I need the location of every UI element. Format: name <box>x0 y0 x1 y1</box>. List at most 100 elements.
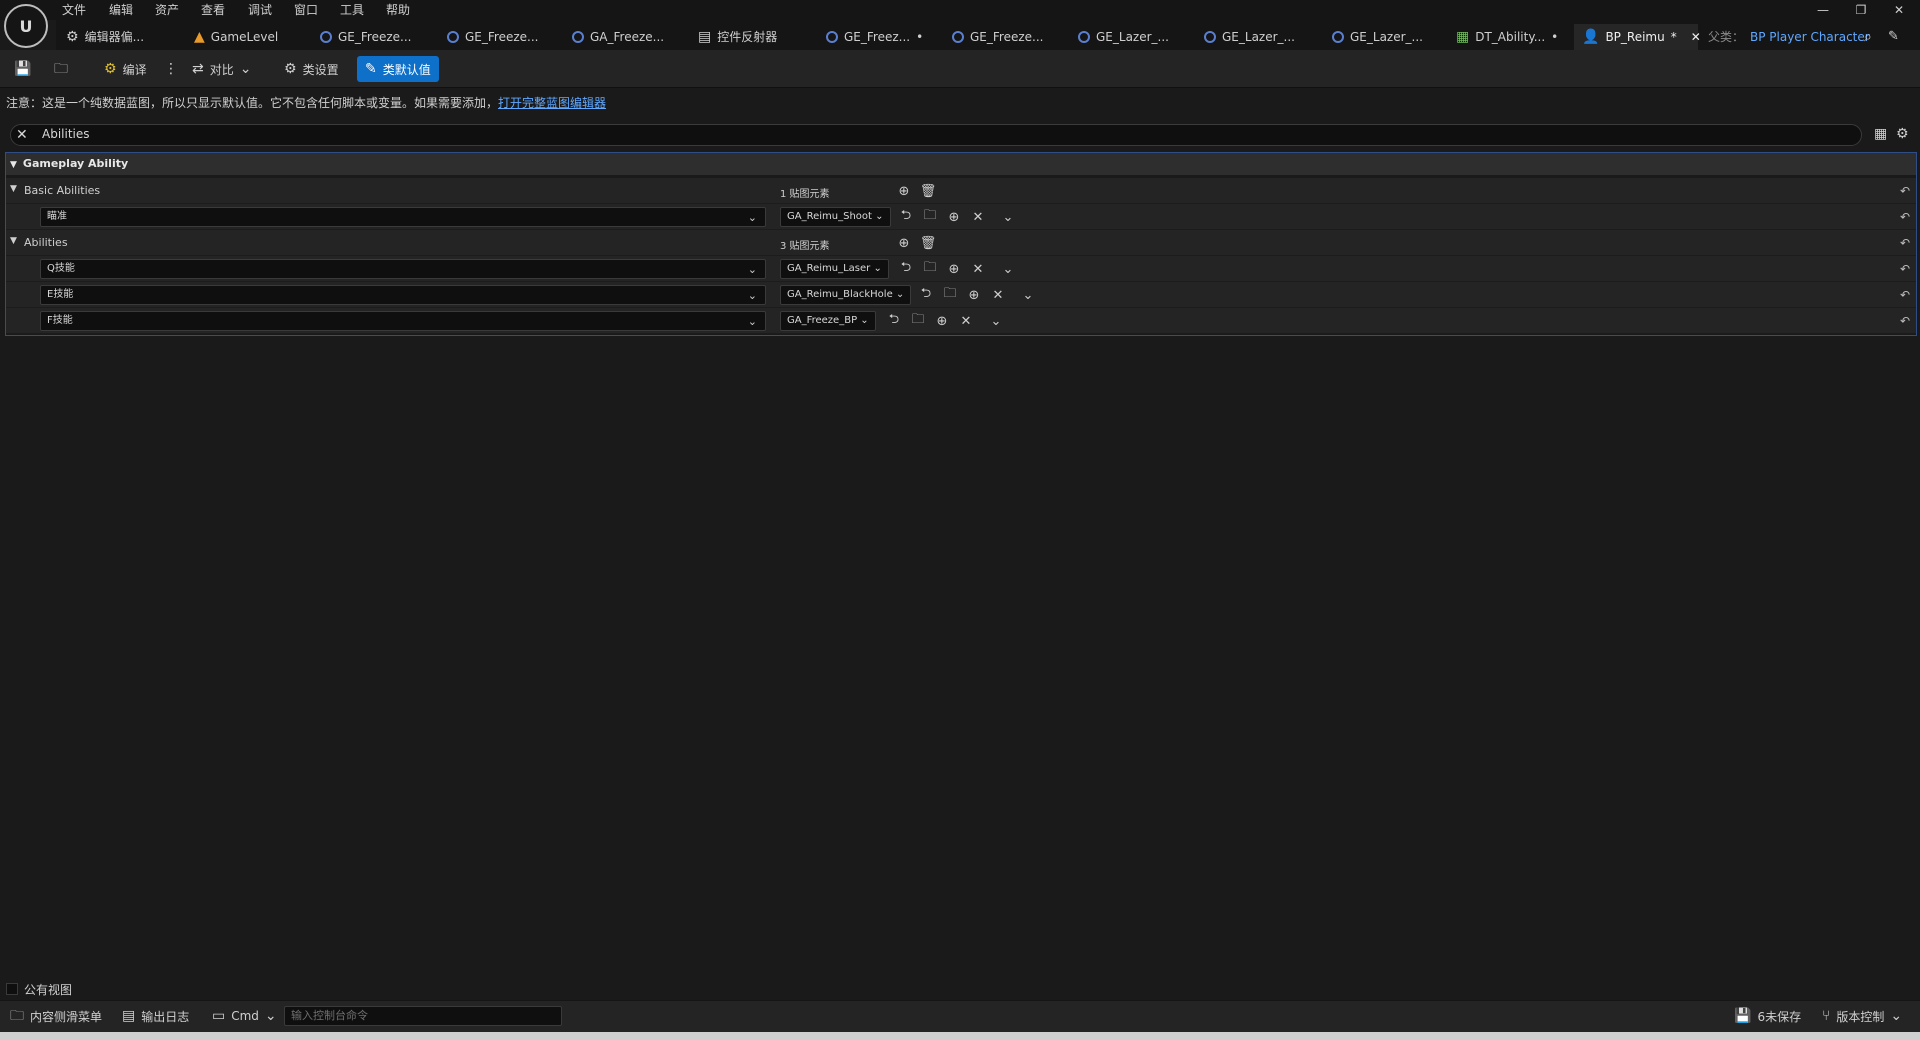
details-search-bar[interactable] <box>10 124 1862 146</box>
asset-picker[interactable]: GA_Reimu_BlackHole ⌄ <box>780 285 912 305</box>
tab-editor-preferences[interactable]: ⚙ 编辑器偏... <box>66 24 144 50</box>
browse-button[interactable]: 🗀 <box>54 56 68 82</box>
search-input[interactable]: Abilities <box>42 127 90 141</box>
add-element-icon[interactable]: ⊕ <box>896 235 912 251</box>
clear-search-icon[interactable]: ✕ <box>16 127 28 143</box>
browse-asset-icon[interactable]: 🗀 <box>942 286 958 303</box>
chevron-down-icon: ⌄ <box>747 263 757 276</box>
settings-sliders-icon: ⚙ <box>66 29 79 45</box>
reset-to-default-icon[interactable]: ↶ <box>1900 288 1910 302</box>
collapse-arrow-icon[interactable]: ▼ <box>10 184 17 194</box>
settings-gear-icon[interactable]: ⚙ <box>1896 126 1909 142</box>
delete-all-icon[interactable]: 🗑 <box>920 235 937 251</box>
collapse-arrow-icon: ▼ <box>10 160 17 170</box>
table-view-icon[interactable]: ▦ <box>1874 126 1887 142</box>
menu-file[interactable]: 文件 <box>62 2 86 18</box>
insert-icon[interactable]: ⊕ <box>946 209 962 225</box>
more-chevron-icon[interactable]: ⌄ <box>1000 261 1016 277</box>
use-selected-icon[interactable]: ⮌ <box>898 260 914 277</box>
compile-options-button[interactable]: ⋮ <box>164 56 178 82</box>
insert-icon[interactable]: ⊕ <box>966 287 982 303</box>
tab-ge-lazer-2[interactable]: GE_Lazer_... <box>1204 24 1295 50</box>
more-vertical-icon: ⋮ <box>164 61 178 77</box>
basic-abilities-count: 1 贴图元素 <box>780 189 830 200</box>
asset-picker[interactable]: GA_Freeze_BP ⌄ <box>780 311 876 331</box>
tab-dt-ability[interactable]: ▦ DT_Ability... • <box>1456 24 1558 50</box>
menu-tools[interactable]: 工具 <box>340 2 364 18</box>
map-key-dropdown[interactable]: F技能 ⌄ <box>40 311 766 331</box>
tab-widget-reflector[interactable]: ▤ 控件反射器 <box>698 24 777 50</box>
close-window-icon[interactable]: ✕ <box>1884 2 1914 18</box>
menu-asset[interactable]: 资产 <box>155 2 179 18</box>
content-drawer-button[interactable]: 🗀 内容侧滑菜单 <box>10 1005 102 1027</box>
minimize-icon[interactable]: — <box>1808 2 1838 18</box>
browse-asset-icon[interactable]: 🗀 <box>922 208 938 225</box>
tab-ge-freeze-3[interactable]: GE_Freeze... <box>952 24 1043 50</box>
output-log-button[interactable]: ▤ 输出日志 <box>122 1005 189 1027</box>
reset-to-default-icon[interactable]: ↶ <box>1900 236 1910 250</box>
menu-view[interactable]: 查看 <box>201 2 225 18</box>
class-defaults-button[interactable]: ✎ 类默认值 <box>357 56 439 82</box>
menu-edit[interactable]: 编辑 <box>109 2 133 18</box>
tab-gamelevel[interactable]: ▲ GameLevel <box>194 24 278 50</box>
reset-to-default-icon[interactable]: ↶ <box>1900 262 1910 276</box>
checkbox[interactable] <box>6 983 18 995</box>
reset-to-default-icon[interactable]: ↶ <box>1900 184 1910 198</box>
use-selected-icon[interactable]: ⮌ <box>918 286 934 303</box>
tab-ge-lazer-3[interactable]: GE_Lazer_... <box>1332 24 1423 50</box>
more-chevron-icon[interactable]: ⌄ <box>1000 209 1016 225</box>
use-selected-icon[interactable]: ⮌ <box>886 312 902 329</box>
restore-icon[interactable]: ❐ <box>1846 2 1876 18</box>
insert-icon[interactable]: ⊕ <box>946 261 962 277</box>
map-key-dropdown[interactable]: Q技能 ⌄ <box>40 259 766 279</box>
delete-all-icon[interactable]: 🗑 <box>920 183 937 199</box>
tab-ge-freeze-2[interactable]: GE_Freeze... <box>447 24 538 50</box>
cmd-dropdown[interactable]: ▭ Cmd ⌄ <box>212 1005 277 1027</box>
reset-to-default-icon[interactable]: ↶ <box>1900 314 1910 328</box>
use-selected-icon[interactable]: ⮌ <box>898 208 914 225</box>
clear-icon[interactable]: ✕ <box>970 209 986 225</box>
unreal-logo-icon[interactable]: U <box>4 4 48 48</box>
browse-asset-icon[interactable]: 🗀 <box>922 260 938 277</box>
clear-icon[interactable]: ✕ <box>990 287 1006 303</box>
menu-help[interactable]: 帮助 <box>386 2 410 18</box>
source-control-button[interactable]: ⑂ 版本控制 ⌄ <box>1822 1005 1902 1027</box>
edit-pencil-icon[interactable]: ✎ <box>1888 24 1899 50</box>
chevron-down-icon: ⌄ <box>747 289 757 302</box>
asset-picker[interactable]: GA_Reimu_Laser ⌄ <box>780 259 889 279</box>
compile-button[interactable]: ⚙ 编译 <box>104 56 147 82</box>
map-key-dropdown[interactable]: 瞄准 ⌄ <box>40 207 766 227</box>
unsaved-assets-button[interactable]: 💾 6未保存 <box>1734 1005 1801 1027</box>
menu-window[interactable]: 窗口 <box>294 2 318 18</box>
tab-bp-reimu[interactable]: 👤 BP_Reimu * ✕ <box>1574 24 1701 50</box>
clear-icon[interactable]: ✕ <box>970 261 986 277</box>
more-chevron-icon[interactable]: ⌄ <box>988 313 1004 329</box>
tab-ge-freez[interactable]: GE_Freez... • <box>826 24 923 50</box>
more-chevron-icon[interactable]: ⌄ <box>1020 287 1036 303</box>
unsaved-icon: 💾 <box>1734 1008 1752 1024</box>
category-gameplay-ability[interactable]: ▼ Gameplay Ability <box>6 153 1916 175</box>
console-command-input[interactable]: 输入控制台命令 <box>284 1006 562 1026</box>
tab-ge-lazer-1[interactable]: GE_Lazer_... <box>1078 24 1169 50</box>
collapse-arrow-icon[interactable]: ▼ <box>10 236 17 246</box>
menu-debug[interactable]: 调试 <box>248 2 272 18</box>
public-view-toggle[interactable]: 公有视图 <box>6 980 72 998</box>
character-icon: 👤 <box>1582 29 1600 45</box>
browse-asset-icon[interactable]: 🗀 <box>910 312 926 329</box>
clear-icon[interactable]: ✕ <box>958 313 974 329</box>
map-key-dropdown[interactable]: E技能 ⌄ <box>40 285 766 305</box>
tab-ga-freeze[interactable]: GA_Freeze... <box>572 24 664 50</box>
tab-ge-freeze-1[interactable]: GE_Freeze... <box>320 24 411 50</box>
close-tab-icon[interactable]: ✕ <box>1691 24 1701 50</box>
add-element-icon[interactable]: ⊕ <box>896 183 912 199</box>
open-full-editor-link[interactable]: 打开完整蓝图编辑器 <box>498 96 606 110</box>
save-button[interactable]: 💾 <box>14 56 31 82</box>
class-settings-button[interactable]: ⚙ 类设置 <box>284 56 339 82</box>
reset-to-default-icon[interactable]: ↶ <box>1900 210 1910 224</box>
search-icon[interactable]: ⌕ <box>1864 24 1872 50</box>
insert-icon[interactable]: ⊕ <box>934 313 950 329</box>
diff-button[interactable]: ⇄ 对比 ⌄ <box>192 56 251 82</box>
parent-class-link[interactable]: BP Player Character <box>1750 24 1870 50</box>
asset-picker[interactable]: GA_Reimu_Shoot ⌄ <box>780 207 891 227</box>
basic-ability-element-row: 瞄准 ⌄ GA_Reimu_Shoot ⌄ ⮌ 🗀 ⊕ ✕ ⌄ ↶ <box>6 204 1916 230</box>
